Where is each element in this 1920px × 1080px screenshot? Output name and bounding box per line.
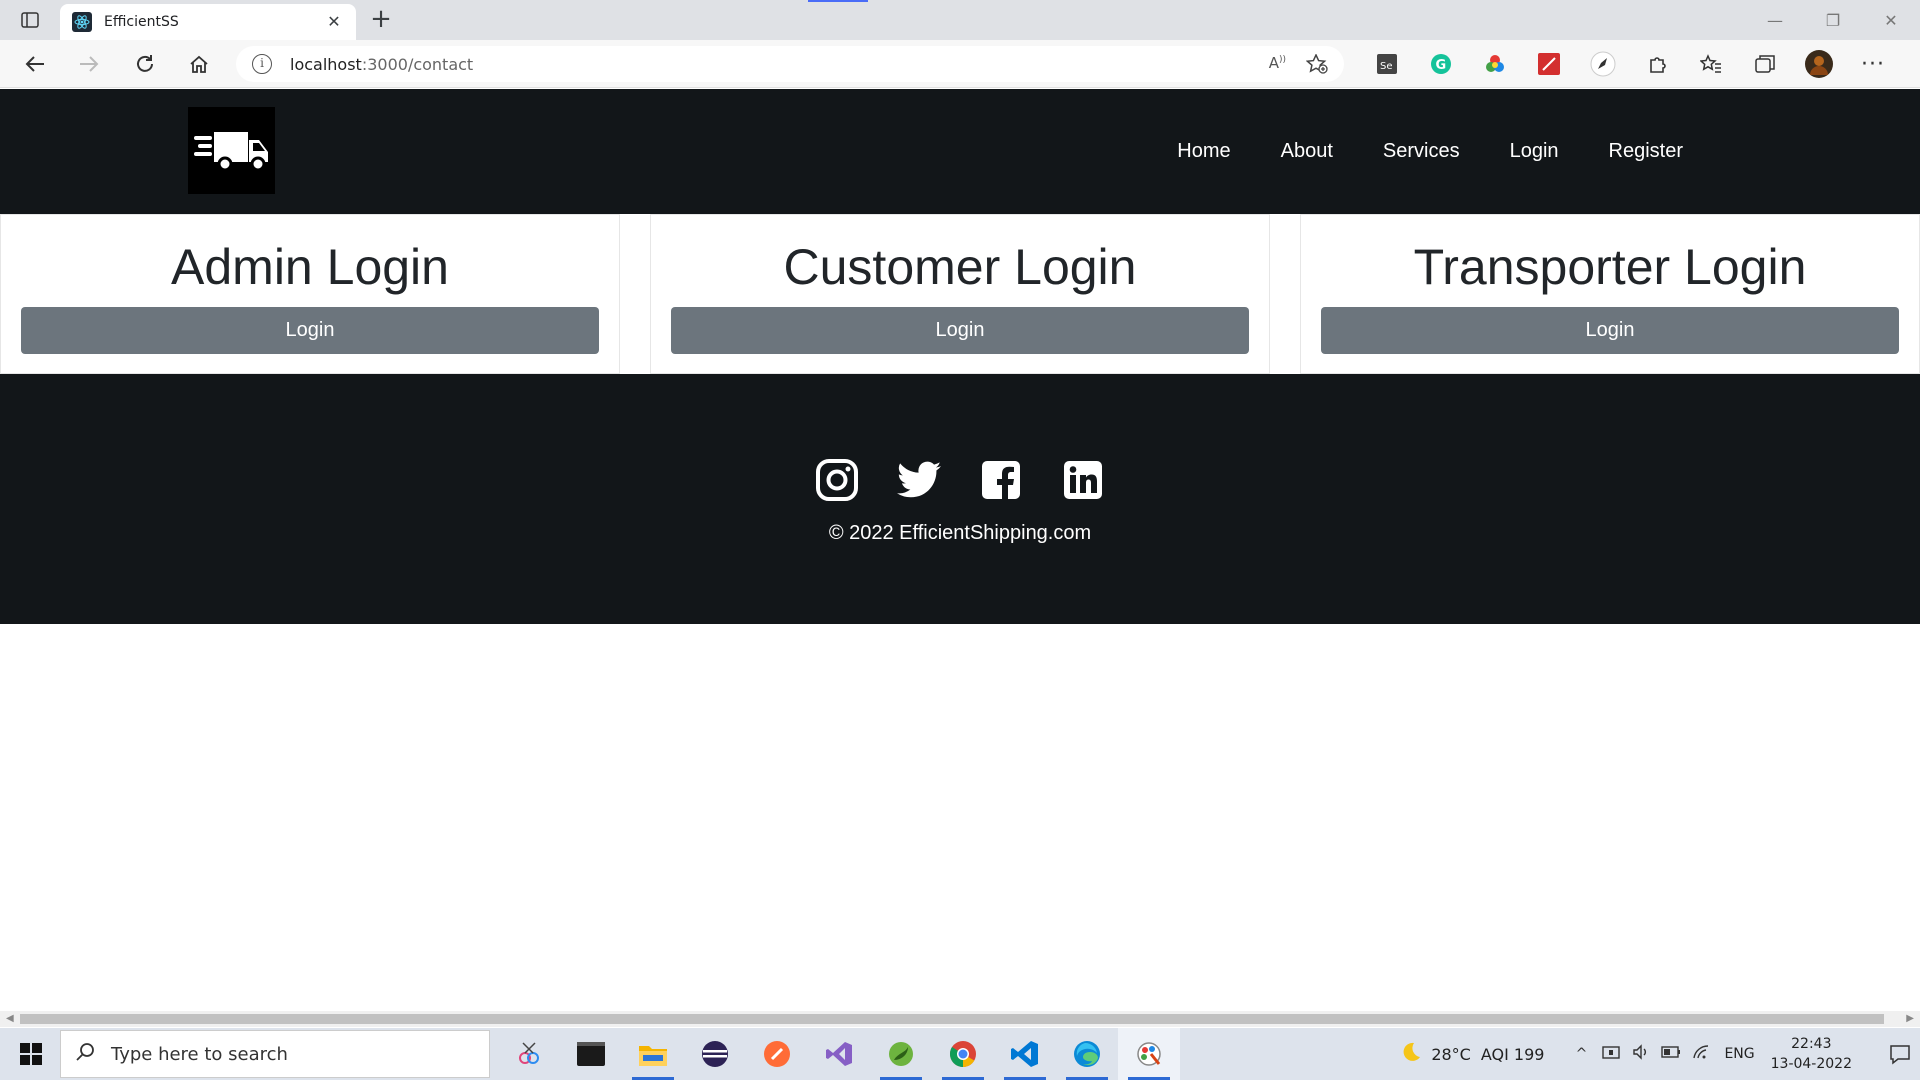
search-icon	[75, 1042, 95, 1067]
tab-title: EfficientSS	[104, 14, 179, 30]
selenium-ide-icon[interactable]: Se	[1360, 48, 1414, 80]
grammarly-icon[interactable]: G	[1414, 48, 1468, 80]
svg-text:Se: Se	[1380, 61, 1393, 72]
read-aloud-icon[interactable]: A))	[1269, 54, 1286, 79]
nav-register-link[interactable]: Register	[1584, 140, 1708, 163]
browser-toolbar: i localhost:3000/contact A)) Se G ···	[0, 40, 1920, 88]
site-footer: © 2022 EfficientShipping.com	[0, 374, 1920, 624]
nav-home-link[interactable]: Home	[1152, 140, 1255, 163]
transporter-login-button[interactable]: Login	[1321, 307, 1899, 354]
home-icon[interactable]	[182, 48, 216, 80]
weather-widget[interactable]: 28°C AQI 199	[1399, 1041, 1544, 1067]
transporter-login-card: Transporter Login Login	[1300, 214, 1920, 374]
window-close-icon[interactable]: ✕	[1862, 0, 1920, 40]
refresh-icon[interactable]	[128, 48, 162, 80]
twitter-icon[interactable]	[897, 458, 941, 502]
tab-actions-icon[interactable]	[16, 8, 44, 32]
search-placeholder: Type here to search	[111, 1043, 288, 1065]
forward-icon[interactable]	[72, 48, 106, 80]
customer-login-title: Customer Login	[783, 239, 1137, 295]
facebook-icon[interactable]	[979, 458, 1023, 502]
visual-studio-icon[interactable]	[808, 1028, 870, 1080]
add-favorite-icon[interactable]	[1305, 53, 1328, 79]
linkedin-icon[interactable]	[1061, 458, 1105, 502]
terminal-icon[interactable]	[560, 1028, 622, 1080]
clock-date: 13-04-2022	[1770, 1056, 1852, 1072]
favorites-icon[interactable]	[1684, 48, 1738, 80]
vscode-icon[interactable]	[994, 1028, 1056, 1080]
chrome-icon[interactable]	[932, 1028, 994, 1080]
language-indicator[interactable]: ENG	[1724, 1046, 1754, 1062]
extensions-puzzle-icon[interactable]	[1630, 48, 1684, 80]
url-host: localhost	[290, 54, 362, 74]
login-cards: Admin Login Login Customer Login Login T…	[0, 214, 1920, 374]
tab-drag-indicator	[808, 0, 868, 2]
moon-weather-icon	[1399, 1041, 1421, 1067]
scroll-right-icon[interactable]: ▶	[1906, 1013, 1914, 1024]
svg-text:G: G	[1436, 58, 1447, 73]
color-picker-icon[interactable]	[1468, 48, 1522, 80]
profile-avatar[interactable]	[1792, 48, 1846, 80]
customer-login-card: Customer Login Login	[650, 214, 1270, 374]
pdf-extension-icon[interactable]	[1522, 48, 1576, 80]
admin-login-button[interactable]: Login	[21, 307, 599, 354]
admin-login-title: Admin Login	[171, 239, 449, 295]
url-path: :3000/contact	[361, 54, 474, 74]
new-tab-button[interactable]: +	[366, 6, 396, 34]
battery-icon[interactable]	[1656, 1046, 1686, 1062]
weather-temperature: 28°C	[1431, 1044, 1471, 1064]
wifi-icon[interactable]	[1686, 1044, 1716, 1064]
copyright-text: © 2022 EfficientShipping.com	[828, 522, 1092, 544]
react-favicon-icon	[72, 12, 92, 32]
window-controls: — ❐ ✕	[1746, 0, 1920, 40]
nav-about-link[interactable]: About	[1256, 140, 1358, 163]
site-header: Home About Services Login Register	[0, 89, 1920, 214]
file-explorer-icon[interactable]	[622, 1028, 684, 1080]
scroll-left-icon[interactable]: ◀	[6, 1013, 14, 1024]
volume-icon[interactable]	[1626, 1044, 1656, 1064]
social-links	[0, 458, 1920, 502]
tab-close-icon[interactable]: ✕	[324, 12, 344, 32]
url-text: localhost:3000/contact	[290, 55, 473, 74]
address-bar[interactable]: i localhost:3000/contact A))	[236, 46, 1344, 82]
restore-icon[interactable]: ❐	[1804, 0, 1862, 40]
minimize-icon[interactable]: —	[1746, 0, 1804, 40]
main-nav: Home About Services Login Register	[1152, 89, 1708, 214]
weather-aqi: AQI 199	[1480, 1044, 1545, 1064]
browser-tab-bar: EfficientSS ✕ + — ❐ ✕	[0, 0, 1920, 40]
settings-more-icon[interactable]: ···	[1846, 48, 1900, 80]
transporter-login-title: Transporter Login	[1413, 239, 1807, 295]
windows-taskbar: Type here to search 28°C AQI 199 ^ ENG 2…	[0, 1028, 1920, 1080]
meet-now-icon[interactable]	[1596, 1044, 1626, 1064]
instagram-icon[interactable]	[815, 458, 859, 502]
site-info-icon[interactable]: i	[252, 54, 272, 74]
notifications-icon[interactable]	[1880, 1043, 1920, 1065]
rocket-extension-icon[interactable]	[1576, 48, 1630, 80]
windows-start-icon[interactable]	[8, 1028, 54, 1080]
eclipse-icon[interactable]	[684, 1028, 746, 1080]
collections-icon[interactable]	[1738, 48, 1792, 80]
scrollbar-thumb[interactable]	[20, 1014, 1884, 1024]
customer-login-button[interactable]: Login	[671, 307, 1249, 354]
nav-services-link[interactable]: Services	[1358, 140, 1485, 163]
taskbar-clock[interactable]: 22:43 13-04-2022	[1771, 1034, 1852, 1074]
system-tray: 28°C AQI 199 ^ ENG 22:43 13-04-2022	[1399, 1028, 1920, 1080]
truck-logo-icon[interactable]	[188, 107, 275, 194]
postman-icon[interactable]	[746, 1028, 808, 1080]
browser-tab[interactable]: EfficientSS ✕	[60, 4, 356, 40]
admin-login-card: Admin Login Login	[0, 214, 620, 374]
spring-tools-icon[interactable]	[870, 1028, 932, 1080]
back-icon[interactable]	[18, 48, 52, 80]
taskbar-apps	[498, 1028, 1180, 1080]
taskbar-search-box[interactable]: Type here to search	[60, 1030, 490, 1078]
show-hidden-icons-icon[interactable]: ^	[1566, 1046, 1596, 1062]
paint-app-icon[interactable]	[1118, 1028, 1180, 1080]
extensions-row: Se G ···	[1360, 48, 1900, 80]
nav-login-link[interactable]: Login	[1485, 140, 1584, 163]
clock-time: 22:43	[1791, 1036, 1832, 1052]
edge-icon[interactable]	[1056, 1028, 1118, 1080]
horizontal-scrollbar[interactable]: ◀ ▶	[0, 1011, 1920, 1027]
snipping-tool-icon[interactable]	[498, 1028, 560, 1080]
